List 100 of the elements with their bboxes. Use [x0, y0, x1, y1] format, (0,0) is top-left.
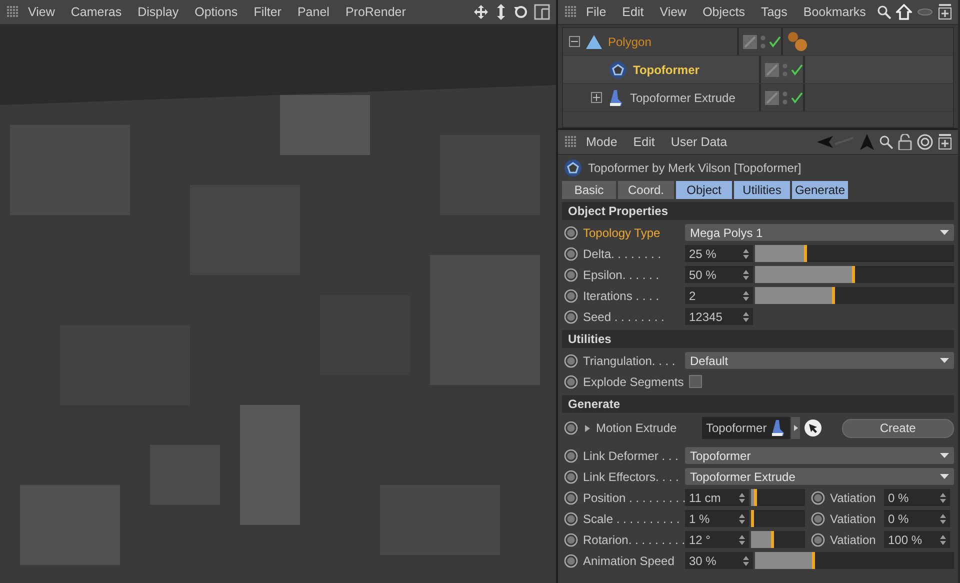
- keyframe-icon[interactable]: [564, 448, 578, 462]
- target-icon[interactable]: [917, 134, 933, 150]
- dots-icon[interactable]: [782, 62, 788, 78]
- editor-visibility-icon[interactable]: [743, 34, 757, 48]
- menu-item[interactable]: View: [20, 5, 63, 19]
- slider[interactable]: [751, 510, 805, 527]
- editor-visibility-icon[interactable]: [765, 62, 779, 76]
- number-field[interactable]: 11 cm: [685, 489, 749, 506]
- spinner-icon[interactable]: [739, 492, 745, 502]
- slider-fill[interactable]: [755, 245, 807, 262]
- spinner-icon[interactable]: [739, 514, 745, 524]
- number-field[interactable]: 25 %: [685, 245, 753, 262]
- number-field[interactable]: 0 %: [884, 489, 950, 506]
- keyframe-icon[interactable]: [564, 490, 578, 504]
- menu-item[interactable]: User Data: [662, 135, 736, 149]
- slider[interactable]: [751, 489, 805, 506]
- keyframe-icon[interactable]: [564, 421, 578, 435]
- number-field[interactable]: 30 %: [685, 552, 753, 569]
- menu-item[interactable]: View: [652, 5, 695, 19]
- menu-item[interactable]: File: [578, 5, 614, 19]
- search-icon[interactable]: [879, 135, 893, 149]
- slider[interactable]: [755, 245, 954, 262]
- object-name[interactable]: Topoformer: [633, 62, 700, 76]
- slider[interactable]: [755, 287, 954, 304]
- tab[interactable]: Basic: [562, 181, 616, 199]
- dropdown[interactable]: Mega Polys 1: [685, 224, 954, 241]
- menu-item[interactable]: ProRender: [337, 5, 414, 19]
- spinner-icon[interactable]: [940, 492, 946, 502]
- keyframe-icon[interactable]: [564, 354, 578, 368]
- number-field[interactable]: 1 %: [685, 510, 749, 527]
- slider-fill[interactable]: [755, 266, 854, 283]
- number-field[interactable]: 100 %: [884, 531, 950, 548]
- spinner-icon[interactable]: [743, 248, 749, 258]
- menu-item[interactable]: Filter: [246, 5, 290, 19]
- dropdown[interactable]: Topoformer: [685, 447, 954, 464]
- grip-icon[interactable]: [6, 5, 20, 19]
- menu-item[interactable]: Tags: [752, 5, 796, 19]
- lock-icon[interactable]: [898, 134, 912, 150]
- menu-item[interactable]: Cameras: [62, 5, 130, 19]
- keyframe-icon[interactable]: [564, 288, 578, 302]
- keyframe-icon[interactable]: [811, 512, 825, 526]
- keyframe-icon[interactable]: [811, 490, 825, 504]
- number-field[interactable]: 2: [685, 287, 753, 304]
- dropdown[interactable]: Topoformer Extrude: [685, 468, 954, 485]
- slider[interactable]: [755, 552, 954, 569]
- slider-fill[interactable]: [751, 489, 758, 506]
- checkmark-icon[interactable]: [791, 92, 803, 104]
- tab[interactable]: Utilities: [734, 181, 790, 199]
- move-icon[interactable]: [473, 4, 489, 20]
- slider[interactable]: [755, 266, 954, 283]
- spinner-icon[interactable]: [739, 534, 745, 544]
- expand-arrow-icon[interactable]: [585, 424, 590, 432]
- expand-toggle[interactable]: [591, 92, 602, 103]
- slider-fill[interactable]: [755, 287, 835, 304]
- object-name[interactable]: Polygon: [608, 34, 652, 48]
- search-icon[interactable]: [877, 5, 891, 19]
- keyframe-icon[interactable]: [564, 512, 578, 526]
- dropdown[interactable]: Default: [685, 352, 954, 369]
- create-button[interactable]: Create: [842, 418, 954, 438]
- dots-icon[interactable]: [760, 34, 766, 50]
- collapse-toggle[interactable]: [569, 36, 580, 47]
- checkmark-icon[interactable]: [791, 64, 803, 76]
- spinner-icon[interactable]: [940, 534, 946, 544]
- keyframe-icon[interactable]: [564, 246, 578, 260]
- number-field[interactable]: 50 %: [685, 266, 753, 283]
- link-menu-button[interactable]: [790, 417, 800, 439]
- menu-item[interactable]: Mode: [578, 135, 626, 149]
- spinner-icon[interactable]: [743, 556, 749, 566]
- keyframe-icon[interactable]: [564, 268, 578, 282]
- spinner-icon[interactable]: [743, 270, 749, 280]
- menu-item[interactable]: Panel: [289, 5, 338, 19]
- number-field[interactable]: 12 °: [685, 531, 749, 548]
- menu-item[interactable]: Edit: [625, 135, 663, 149]
- new-panel-icon[interactable]: [938, 134, 952, 150]
- tab[interactable]: Object: [676, 181, 732, 199]
- slider-fill[interactable]: [751, 531, 774, 548]
- link-field[interactable]: Topoformer: [702, 417, 790, 439]
- tab[interactable]: Generate: [792, 181, 848, 199]
- slider-fill[interactable]: [751, 510, 754, 527]
- menu-item[interactable]: Bookmarks: [795, 5, 874, 19]
- grip-icon[interactable]: [564, 5, 578, 19]
- pointer-icon[interactable]: [804, 419, 822, 437]
- checkbox[interactable]: [689, 375, 702, 388]
- menu-item[interactable]: Edit: [614, 5, 652, 19]
- keyframe-icon[interactable]: [564, 310, 578, 324]
- keyframe-icon[interactable]: [564, 226, 578, 240]
- spinner-icon[interactable]: [743, 312, 749, 322]
- keyframe-icon[interactable]: [564, 374, 578, 388]
- spinner-icon[interactable]: [743, 290, 749, 300]
- menu-item[interactable]: Options: [186, 5, 246, 19]
- dots-icon[interactable]: [782, 90, 788, 106]
- layout-icon[interactable]: [534, 4, 550, 20]
- editor-visibility-icon[interactable]: [765, 90, 779, 104]
- keyframe-icon[interactable]: [564, 532, 578, 546]
- slider-fill[interactable]: [755, 552, 815, 569]
- house-icon[interactable]: [896, 4, 912, 20]
- grip-icon[interactable]: [564, 135, 578, 149]
- material-icon[interactable]: [787, 30, 809, 52]
- checkmark-icon[interactable]: [769, 36, 781, 48]
- keyframe-icon[interactable]: [564, 470, 578, 484]
